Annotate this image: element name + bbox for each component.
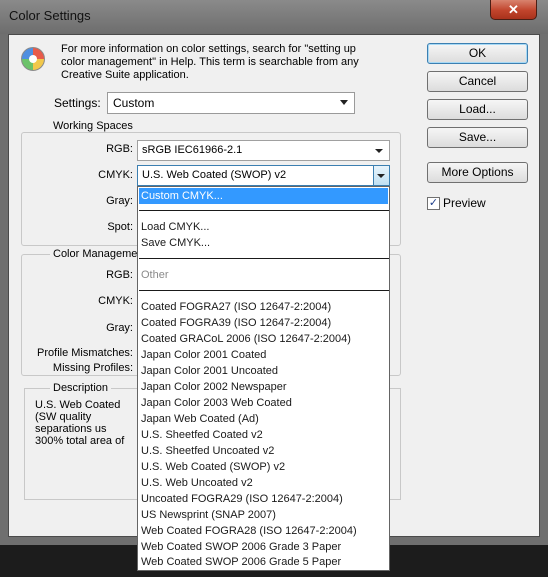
missing-profiles-label: Missing Profiles: [52, 362, 133, 374]
option-profile[interactable]: Coated FOGRA39 (ISO 12647-2:2004) [139, 315, 388, 331]
option-profile[interactable]: Japan Color 2001 Coated [139, 347, 388, 363]
ws-rgb-select[interactable]: sRGB IEC61966-2.1 [137, 140, 390, 161]
option-profile[interactable]: Coated FOGRA27 (ISO 12647-2:2004) [139, 299, 388, 315]
settings-select[interactable]: Custom [107, 92, 355, 114]
chevron-down-icon [375, 149, 383, 153]
working-spaces-title: Working Spaces [50, 120, 136, 132]
separator [139, 290, 389, 291]
title-bar[interactable]: Color Settings ✕ [0, 0, 548, 34]
more-options-button[interactable]: More Options [427, 162, 528, 183]
ws-cmyk-value: U.S. Web Coated (SWOP) v2 [142, 169, 287, 181]
cm-rgb-label: RGB: [106, 269, 133, 281]
description-title: Description [50, 382, 112, 394]
profile-mismatches-label: Profile Mismatches: [37, 347, 133, 359]
ws-spot-label: Spot: [107, 221, 133, 233]
option-profile[interactable]: Japan Color 2002 Newspaper [139, 379, 388, 395]
option-profile[interactable]: Uncoated FOGRA29 (ISO 12647-2:2004) [139, 491, 388, 507]
color-management-title: Color Management [50, 248, 150, 260]
preview-checkbox[interactable]: ✓ [427, 197, 440, 210]
ws-gray-label: Gray: [106, 195, 133, 207]
ws-cmyk-select[interactable]: U.S. Web Coated (SWOP) v2 [137, 165, 390, 186]
description-text: U.S. Web Coated (SW quality separations … [35, 399, 125, 447]
option-profile[interactable]: U.S. Sheetfed Coated v2 [139, 427, 388, 443]
option-profile[interactable]: Web Coated SWOP 2006 Grade 5 Paper [139, 554, 388, 570]
option-custom-cmyk[interactable]: Custom CMYK... [139, 188, 388, 204]
color-wheel-icon [21, 47, 45, 71]
load-button[interactable]: Load... [427, 99, 528, 120]
preview-label[interactable]: Preview [443, 196, 486, 210]
save-button[interactable]: Save... [427, 127, 528, 148]
window-title: Color Settings [9, 8, 91, 23]
option-profile[interactable]: Japan Web Coated (Ad) [139, 411, 388, 427]
option-profile[interactable]: Web Coated FOGRA28 (ISO 12647-2:2004) [139, 523, 388, 539]
ws-rgb-label: RGB: [106, 143, 133, 155]
cmyk-dropdown-list: Custom CMYK... Load CMYK... Save CMYK...… [137, 186, 390, 571]
settings-value: Custom [113, 96, 155, 110]
cm-gray-label: Gray: [106, 322, 133, 334]
info-text: For more information on color settings, … [61, 43, 359, 81]
ok-button[interactable]: OK [427, 43, 528, 64]
ws-rgb-value: sRGB IEC61966-2.1 [142, 144, 243, 156]
option-profile[interactable]: US Newsprint (SNAP 2007) [139, 507, 388, 523]
option-profile[interactable]: U.S. Sheetfed Uncoated v2 [139, 443, 388, 459]
option-other: Other [141, 269, 169, 281]
option-profile[interactable]: Japan Color 2003 Web Coated [139, 395, 388, 411]
settings-label: Settings: [54, 96, 101, 110]
separator [139, 258, 389, 259]
separator [139, 210, 389, 211]
chevron-down-icon[interactable] [373, 166, 389, 185]
cancel-button[interactable]: Cancel [427, 71, 528, 92]
option-save-cmyk[interactable]: Save CMYK... [139, 235, 388, 251]
option-load-cmyk[interactable]: Load CMYK... [139, 219, 388, 235]
cm-cmyk-label: CMYK: [98, 295, 133, 307]
ws-cmyk-label: CMYK: [98, 169, 133, 181]
chevron-down-icon [340, 100, 348, 105]
option-profile[interactable]: U.S. Web Coated (SWOP) v2 [139, 459, 388, 475]
option-profile[interactable]: Japan Color 2001 Uncoated [139, 363, 388, 379]
close-button[interactable]: ✕ [490, 0, 537, 20]
option-profile[interactable]: U.S. Web Uncoated v2 [139, 475, 388, 491]
option-profile[interactable]: Coated GRACoL 2006 (ISO 12647-2:2004) [139, 331, 388, 347]
option-profile[interactable]: Web Coated SWOP 2006 Grade 3 Paper [139, 539, 388, 555]
